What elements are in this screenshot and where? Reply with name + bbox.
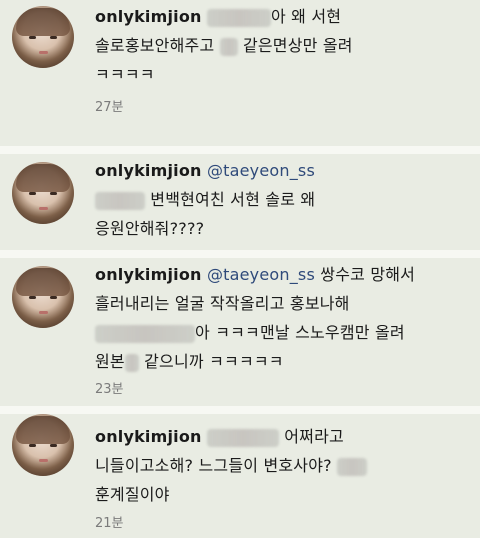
comment-text: onlykimjion @taeyeon_ss 쌍수코 망해서 흘러내리는 얼굴… — [95, 265, 416, 372]
redacted-text — [206, 8, 271, 27]
redacted-text — [206, 428, 279, 447]
timestamp: 21분 — [95, 516, 124, 531]
mention-link[interactable]: @taeyeon_ss — [207, 265, 315, 284]
comment-text: onlykimjion 어쩌라고 니들이고소해? 느그들이 변호사야? 훈계질이… — [95, 422, 475, 509]
username[interactable]: onlykimjion — [95, 427, 202, 446]
divider — [0, 146, 480, 154]
comment-item: onlykimjion @taeyeon_ss 쌍수코 망해서 흘러내리는 얼굴… — [0, 258, 480, 408]
mention-link[interactable]: @taeyeon_ss — [207, 161, 315, 180]
username[interactable]: onlykimjion — [95, 161, 202, 180]
username[interactable]: onlykimjion — [95, 265, 202, 284]
redacted-text — [95, 324, 195, 343]
username[interactable]: onlykimjion — [95, 7, 202, 26]
comment-item: onlykimjion 아 왜 서현 솔로홍보안해주고 같은면상만 올려 ㅋㅋㅋ… — [0, 0, 480, 150]
avatar[interactable] — [12, 266, 74, 328]
divider — [0, 250, 480, 258]
comment-item: onlykimjion @taeyeon_ss 변백현여친 서현 솔로 왜 응원… — [0, 154, 480, 252]
redacted-text — [219, 37, 238, 56]
timestamp: 27분 — [95, 100, 124, 115]
avatar[interactable] — [12, 414, 74, 476]
redacted-text — [95, 191, 145, 210]
redacted-text — [337, 457, 368, 476]
avatar[interactable] — [12, 6, 74, 68]
divider — [0, 406, 480, 414]
redacted-text — [124, 353, 139, 372]
comment-text: onlykimjion 아 왜 서현 솔로홍보안해주고 같은면상만 올려 ㅋㅋㅋ… — [95, 7, 353, 84]
timestamp: 23분 — [95, 382, 124, 397]
comment-text: onlykimjion @taeyeon_ss 변백현여친 서현 솔로 왜 응원… — [95, 161, 316, 238]
comment-item: onlykimjion 어쩌라고 니들이고소해? 느그들이 변호사야? 훈계질이… — [0, 414, 480, 538]
avatar[interactable] — [12, 162, 74, 224]
